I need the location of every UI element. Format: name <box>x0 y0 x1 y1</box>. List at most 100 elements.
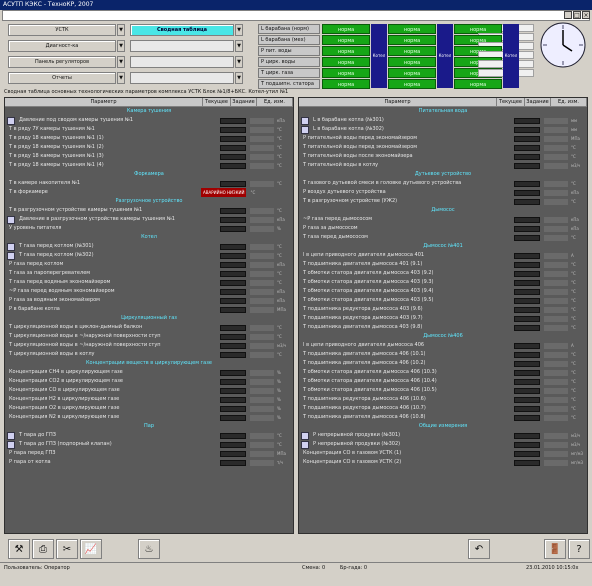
undo-icon[interactable]: ↶ <box>468 539 490 559</box>
table-row[interactable]: Концентрация N2 в циркулирующем газе% <box>5 413 293 422</box>
table-row[interactable]: Т газа перед котлом (№301) °С <box>5 242 293 251</box>
table-row[interactable]: Т в ряду 18 камеры тушения №1 (1) °С <box>5 134 293 143</box>
chevron-down-icon[interactable]: ▼ <box>235 72 243 84</box>
table-row[interactable]: Т циркуляционной воды в ~/наружной повер… <box>5 332 293 341</box>
table-row[interactable]: Р непрерывной продувки (№301) м3/ч <box>299 431 587 440</box>
chevron-down-icon[interactable]: ▼ <box>117 72 125 84</box>
chart-icon[interactable]: 📈 <box>80 539 102 559</box>
table-row[interactable]: Т обмотки статора двигателя дымососа 406… <box>299 386 587 395</box>
chevron-down-icon[interactable]: ▼ <box>235 40 243 52</box>
table-row[interactable]: Т циркуляционной воды в циклон-дымный ба… <box>5 323 293 332</box>
table-row[interactable]: Т в форкамере АВАРИЙНО НИЗКИЙ °С <box>5 188 293 197</box>
summary-table-button[interactable]: Сводная таблица <box>130 24 234 36</box>
trend-icon[interactable] <box>7 242 15 251</box>
table-row[interactable]: Р газа за дымососом кПа <box>299 224 587 233</box>
settings-icon[interactable]: ✂ <box>56 539 78 559</box>
minimize-icon[interactable]: _ <box>564 11 572 19</box>
table-row[interactable]: Р питательной воды перед экономайзером МП… <box>299 134 587 143</box>
trend-icon[interactable] <box>301 440 309 449</box>
table-row[interactable]: Т газа перед дымососом °С <box>299 233 587 242</box>
trend-icon[interactable] <box>7 116 15 125</box>
table-row[interactable]: Концентрация СО в циркулирующем газе% <box>5 386 293 395</box>
table-row[interactable]: Р непрерывной продувки (№302) м3/ч <box>299 440 587 449</box>
table-row[interactable]: Т газа за пароперегревателем °С <box>5 269 293 278</box>
table-row[interactable]: L в барабане котла (№301) мм <box>299 116 587 125</box>
table-row[interactable]: Т подшипника двигателя дымососа 406 (10.… <box>299 359 587 368</box>
trend-icon[interactable] <box>7 431 15 440</box>
table-row[interactable]: Р газа за водяным экономайзером кПа <box>5 296 293 305</box>
table-row[interactable]: Т циркуляционной воды в котлу °С <box>5 350 293 359</box>
help-icon[interactable]: ? <box>568 539 590 559</box>
alarm-bell-icon[interactable]: ♨ <box>138 539 160 559</box>
table-row[interactable]: Т обмотки статора двигателя дымососа 403… <box>299 296 587 305</box>
table-row[interactable]: Концентрация СО в газовом УСТК (2) мг/м3 <box>299 458 587 467</box>
table-row[interactable]: Т пара до ГПЗ (подпорный клапан) °С <box>5 440 293 449</box>
table-row[interactable]: Т подшипника редуктора дымососа 403 (9.7… <box>299 314 587 323</box>
ustk-button[interactable]: УСТК <box>8 24 116 36</box>
table-row[interactable]: Давление под сводом камеры тушения №1 кПа <box>5 116 293 125</box>
table-row[interactable]: I в цепи приводного двигателя дымососа 4… <box>299 251 587 260</box>
table-row[interactable]: Концентрация Н2 в циркулирующем газе% <box>5 395 293 404</box>
reports-button[interactable]: Отчеты <box>8 72 116 84</box>
diagnostics-button[interactable]: Диагност-ка <box>8 40 116 52</box>
chevron-down-icon[interactable]: ▼ <box>235 56 243 68</box>
table-row[interactable]: L в барабане котла (№302) мм <box>299 125 587 134</box>
exit-icon[interactable]: 🚪 <box>544 539 566 559</box>
table-row[interactable]: Т подшипника двигателя дымососа 401 (9.1… <box>299 260 587 269</box>
table-row[interactable]: Т обмотки статора двигателя дымососа 403… <box>299 278 587 287</box>
menu-slot[interactable] <box>130 56 234 68</box>
table-row[interactable]: Т газового дутьевой смеси в головке дуть… <box>299 179 587 188</box>
table-row[interactable]: Т обмотки статора двигателя дымососа 403… <box>299 287 587 296</box>
table-row[interactable]: Р пара от котла т/ч <box>5 458 293 467</box>
trend-icon[interactable] <box>301 431 309 440</box>
trend-icon[interactable] <box>7 440 15 449</box>
table-row[interactable]: Р в барабане котла МПа <box>5 305 293 314</box>
table-row[interactable]: Т обмотки статора двигателя дымососа 406… <box>299 368 587 377</box>
table-row[interactable]: У уровень питателя% <box>5 224 293 233</box>
table-row[interactable]: Т подшипника редуктора дымососа 406 (10.… <box>299 404 587 413</box>
table-row[interactable]: Т питательной воды после экономайзера °С <box>299 152 587 161</box>
tools-icon[interactable]: ⚒ <box>8 539 30 559</box>
table-row[interactable]: Т подшипника редуктора дымососа 403 (9.6… <box>299 305 587 314</box>
table-row[interactable]: Т питательной воды в котлу м3/ч <box>299 161 587 170</box>
table-row[interactable]: I в цепи приводного двигателя дымососа 4… <box>299 341 587 350</box>
table-row[interactable]: Т газа перед котлом (№302) °С <box>5 251 293 260</box>
print-icon[interactable]: ⎙ <box>32 539 54 559</box>
regulators-button[interactable]: Панель регуляторов <box>8 56 116 68</box>
trend-icon[interactable] <box>7 215 15 224</box>
table-row[interactable]: Давление в разгрузочном устройстве камер… <box>5 215 293 224</box>
menu-slot[interactable] <box>130 72 234 84</box>
table-row[interactable]: Концентрация СО2 в циркулирующем газе% <box>5 377 293 386</box>
close-icon[interactable]: × <box>582 11 590 19</box>
table-row[interactable]: Р газа перед котлом кПа <box>5 260 293 269</box>
chevron-down-icon[interactable]: ▼ <box>117 56 125 68</box>
chevron-down-icon[interactable]: ▼ <box>117 24 125 36</box>
maximize-icon[interactable]: □ <box>573 11 581 19</box>
trend-icon[interactable] <box>301 116 309 125</box>
table-row[interactable]: Т обмотки статора двигателя дымососа 403… <box>299 269 587 278</box>
table-row[interactable]: Т питательной воды перед экономайзером °С <box>299 143 587 152</box>
table-row[interactable]: Т в разгрузочном устройстве камеры тушен… <box>5 206 293 215</box>
table-row[interactable]: Т циркуляционной воды в ~/наружной повер… <box>5 341 293 350</box>
chevron-down-icon[interactable]: ▼ <box>117 40 125 52</box>
table-row[interactable]: Т газа перед водяным экономайзером °С <box>5 278 293 287</box>
trend-icon[interactable] <box>7 251 15 260</box>
table-row[interactable]: Т в ряду 18 камеры тушения №1 (4) °С <box>5 161 293 170</box>
table-row[interactable]: Т обмотки статора двигателя дымососа 406… <box>299 377 587 386</box>
table-row[interactable]: ~Р газа перед водяным экономайзером кПа <box>5 287 293 296</box>
table-row[interactable]: Концентрация СН4 в циркулирующем газе% <box>5 368 293 377</box>
table-row[interactable]: Т в камере накопителя №1 °С <box>5 179 293 188</box>
table-row[interactable]: Р воздух дутьевого устройства кПа <box>299 188 587 197</box>
table-row[interactable]: Т подшипника редуктора дымососа 406 (10.… <box>299 395 587 404</box>
menu-slot[interactable] <box>130 40 234 52</box>
table-row[interactable]: Т в ряду 18 камеры тушения №1 (3) °С <box>5 152 293 161</box>
address-bar[interactable] <box>2 10 590 21</box>
table-row[interactable]: Т пара до ГПЗ °С <box>5 431 293 440</box>
table-row[interactable]: Т в ряду 7У камеры тушения №1 °С <box>5 125 293 134</box>
table-row[interactable]: ~Р газа перед дымососом кПа <box>299 215 587 224</box>
table-row[interactable]: Концентрация О2 в циркулирующем газе% <box>5 404 293 413</box>
table-row[interactable]: Концентрация СО в газовом УСТК (1) мг/м3 <box>299 449 587 458</box>
table-row[interactable]: Т подшипника двигателя дымососа 403 (9.8… <box>299 323 587 332</box>
table-row[interactable]: Т подшипника двигателя дымососа 406 (10.… <box>299 350 587 359</box>
table-row[interactable]: Т в разгрузочном устройстве (УЖ2) °С <box>299 197 587 206</box>
